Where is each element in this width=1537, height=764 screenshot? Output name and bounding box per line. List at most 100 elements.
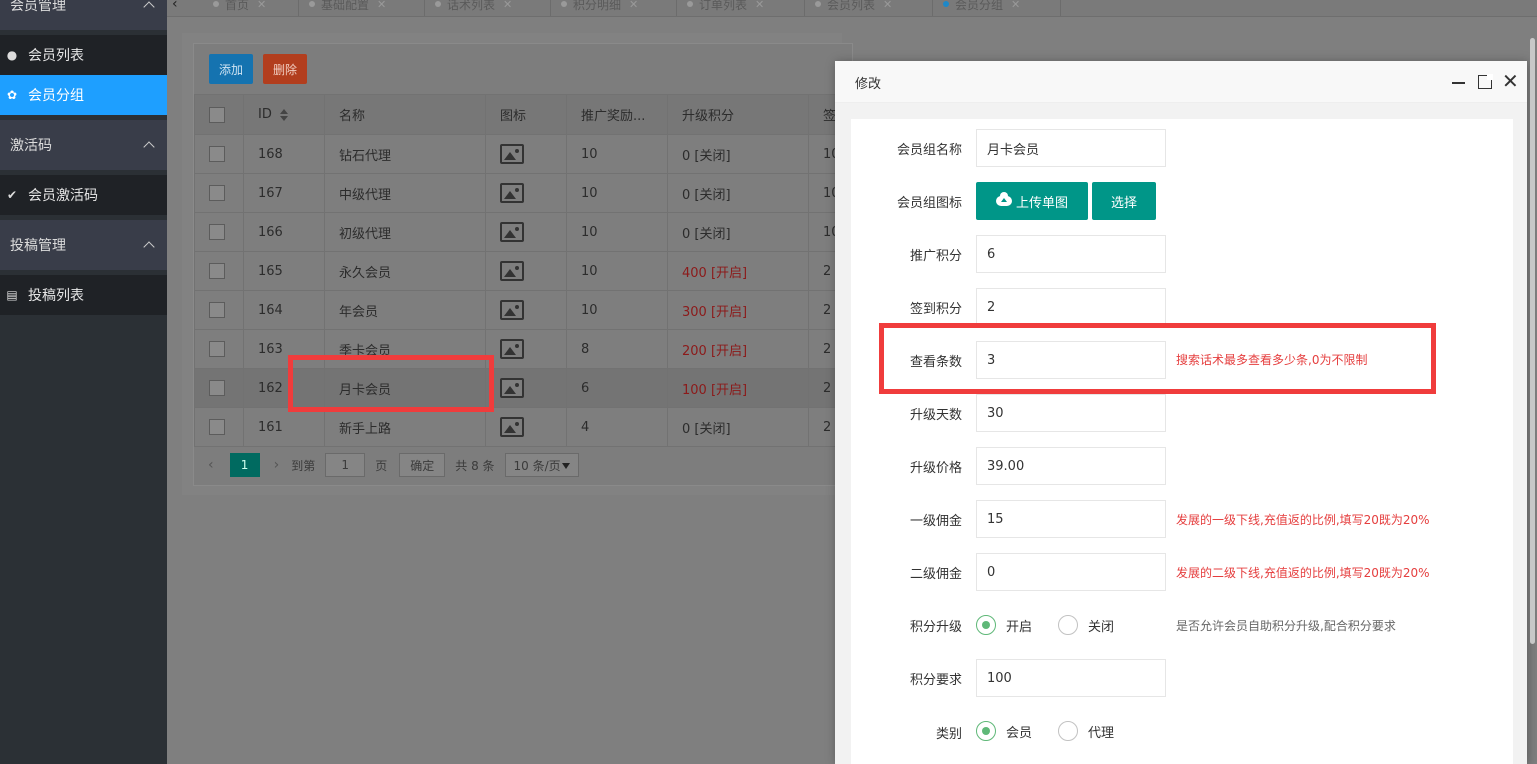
page-input[interactable]: 1 <box>325 453 366 477</box>
name-cell: 年会员 <box>324 290 486 330</box>
tab-script-list[interactable]: 话术列表 ✕ <box>425 0 551 16</box>
sidebar-item-member-group[interactable]: ✿ 会员分组 <box>0 75 167 115</box>
tab-label: 会员分组 <box>955 0 1004 12</box>
icon-cell <box>485 173 567 213</box>
row-checkbox[interactable] <box>209 419 225 435</box>
image-icon <box>500 261 524 281</box>
chevron-left-icon[interactable]: ‹ <box>208 457 214 473</box>
tab-points-detail[interactable]: 积分明细 ✕ <box>551 0 677 16</box>
icon-cell <box>485 329 567 369</box>
table-row[interactable]: 166 初级代理 10 0 [关闭] 10 <box>194 212 841 252</box>
checkbox-cell[interactable] <box>194 173 244 213</box>
page-size-select[interactable]: 10 条/页 <box>504 453 579 477</box>
upgrade-cell: 0 [关闭] <box>667 212 809 252</box>
row-checkbox[interactable] <box>209 146 225 162</box>
table-row[interactable]: 164 年会员 10 300 [开启] 2 <box>194 290 841 330</box>
checkbox-cell[interactable] <box>194 368 244 408</box>
dot-icon <box>435 1 441 7</box>
minimize-icon[interactable] <box>1452 82 1465 84</box>
upload-image-button[interactable]: 上传单图 <box>976 182 1088 220</box>
chevron-up-icon <box>143 141 155 153</box>
close-icon[interactable]: ✕ <box>755 0 764 11</box>
checkbox-cell[interactable] <box>194 290 244 330</box>
radio-unchecked-icon <box>1058 721 1078 741</box>
maximize-icon[interactable] <box>1478 74 1493 89</box>
checkbox-cell[interactable] <box>194 407 244 447</box>
row-checkbox[interactable] <box>209 185 225 201</box>
tab-basic-config[interactable]: 基础配置 ✕ <box>299 0 425 16</box>
checkbox-cell[interactable] <box>194 212 244 252</box>
category-agent-radio[interactable]: 代理 <box>1058 721 1114 741</box>
select-all-checkbox[interactable] <box>209 106 225 123</box>
promo-points-input[interactable]: 6 <box>976 235 1166 273</box>
upload-label: 上传单图 <box>1015 195 1068 211</box>
commission-2-input[interactable]: 0 <box>976 553 1166 591</box>
sidebar-group-activation[interactable]: 激活码 <box>0 120 167 170</box>
checkbox-cell[interactable] <box>194 134 244 174</box>
upgrade-cell: 400 [开启] <box>667 251 809 291</box>
table-row[interactable]: 161 新手上路 4 0 [关闭] 2 <box>194 407 841 447</box>
add-button[interactable]: 添加 <box>209 54 253 84</box>
image-icon <box>500 378 524 398</box>
scrollbar[interactable] <box>1530 38 1535 644</box>
points-upgrade-off-radio[interactable]: 关闭 <box>1058 615 1114 635</box>
chevron-up-icon <box>143 1 155 13</box>
tab-member-group[interactable]: 会员分组 ✕ <box>933 0 1061 16</box>
tab-order-list[interactable]: 订单列表 ✕ <box>677 0 805 16</box>
dot-icon <box>213 1 219 7</box>
close-icon[interactable]: ✕ <box>503 0 512 11</box>
sidebar-item-submission-list[interactable]: ▤ 投稿列表 <box>0 275 167 315</box>
close-icon[interactable]: ✕ <box>1502 71 1519 91</box>
header-id[interactable]: ID <box>243 94 325 135</box>
close-icon[interactable]: ✕ <box>377 0 386 11</box>
upgrade-days-input[interactable]: 30 <box>976 394 1166 432</box>
row-checkbox[interactable] <box>209 341 225 357</box>
row-checkbox[interactable] <box>209 380 225 396</box>
close-icon[interactable]: ✕ <box>257 0 266 11</box>
page-confirm-button[interactable]: 确定 <box>399 453 446 477</box>
header-checkbox-cell[interactable] <box>194 94 244 135</box>
sidebar-item-member-list[interactable]: ● 会员列表 <box>0 35 167 75</box>
table-row[interactable]: 167 中级代理 10 0 [关闭] 10 <box>194 173 841 213</box>
sidebar-item-activation-code[interactable]: ✔ 会员激活码 <box>0 175 167 215</box>
image-icon <box>500 300 524 320</box>
row-checkbox[interactable] <box>209 263 225 279</box>
upgrade-price-input[interactable]: 39.00 <box>976 447 1166 485</box>
table-row[interactable]: 168 钻石代理 10 0 [关闭] 10 <box>194 134 841 174</box>
sidebar-group-submission[interactable]: 投稿管理 <box>0 220 167 270</box>
sidebar-item-label: 会员激活码 <box>28 188 98 204</box>
sidebar-group-member[interactable]: 会员管理 <box>0 0 167 30</box>
checkbox-cell[interactable] <box>194 329 244 369</box>
table-row[interactable]: 165 永久会员 10 400 [开启] 2 <box>194 251 841 291</box>
group-name-input[interactable]: 月卡会员 <box>976 129 1166 167</box>
select-image-button[interactable]: 选择 <box>1092 182 1156 220</box>
row-checkbox[interactable] <box>209 302 225 318</box>
tab-label: 基础配置 <box>321 0 370 12</box>
highlight-box-view-count <box>879 323 1436 394</box>
sort-icon[interactable] <box>279 108 288 121</box>
header-name: 名称 <box>324 94 486 135</box>
tab-member-list[interactable]: 会员列表 ✕ <box>805 0 933 16</box>
delete-button[interactable]: 删除 <box>263 54 307 84</box>
page-label: 页 <box>375 458 388 473</box>
category-member-radio[interactable]: 会员 <box>976 721 1032 741</box>
row-checkbox[interactable] <box>209 224 225 240</box>
chevron-up-icon <box>143 241 155 253</box>
name-cell: 永久会员 <box>324 251 486 291</box>
chevron-right-icon[interactable]: › <box>274 457 280 473</box>
points-upgrade-label: 积分升级 <box>909 620 962 635</box>
id-cell: 161 <box>243 407 325 447</box>
chevron-left-icon[interactable]: ‹ <box>172 0 178 12</box>
close-icon[interactable]: ✕ <box>883 0 892 11</box>
tab-label: 会员列表 <box>827 0 876 12</box>
tab-home[interactable]: 首页 ✕ <box>203 0 299 16</box>
close-icon[interactable]: ✕ <box>629 0 638 11</box>
checkbox-cell[interactable] <box>194 251 244 291</box>
points-upgrade-on-radio[interactable]: 开启 <box>976 615 1032 635</box>
commission-1-input[interactable]: 15 <box>976 500 1166 538</box>
icon-cell <box>485 407 567 447</box>
points-required-input[interactable]: 100 <box>976 659 1166 697</box>
sign-points-input[interactable]: 2 <box>976 288 1166 326</box>
page-current[interactable]: 1 <box>229 453 260 477</box>
close-icon[interactable]: ✕ <box>1011 0 1020 11</box>
